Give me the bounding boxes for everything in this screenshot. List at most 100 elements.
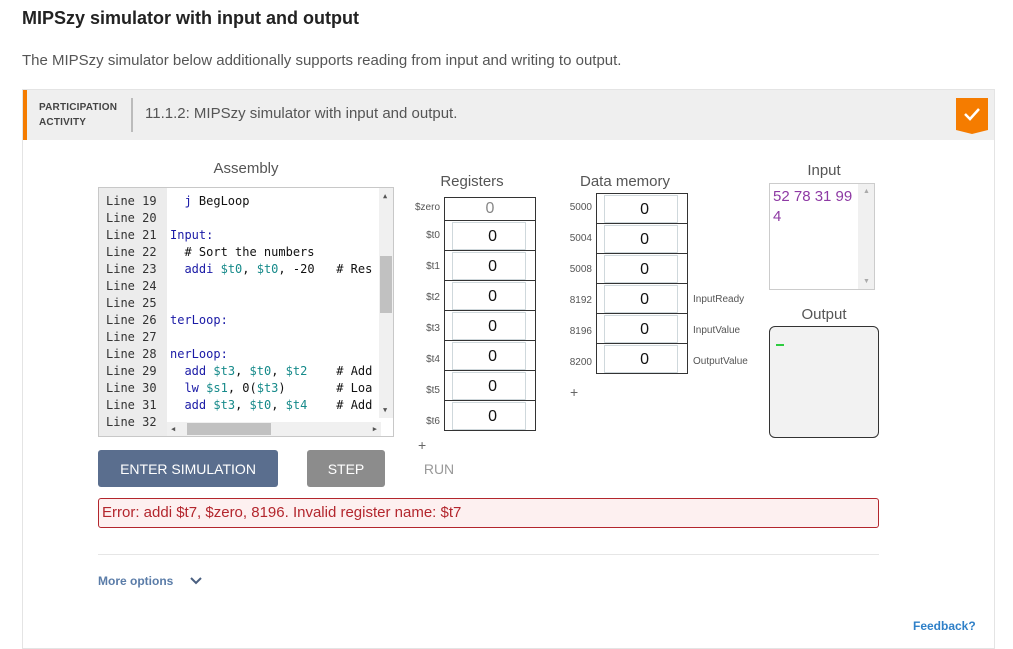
register-name: $t3 [426, 322, 440, 334]
registers-table: 00000000 [444, 197, 536, 431]
scroll-up-icon[interactable]: ▲ [383, 192, 387, 200]
activity-type-line2: ACTIVITY [39, 117, 87, 128]
line-number: Line 23 [106, 262, 157, 276]
code-line[interactable]: Line 25 [99, 295, 389, 312]
register-value-input[interactable]: 0 [452, 312, 526, 340]
register-value-input[interactable]: 0 [452, 252, 526, 280]
register-row: 0 [445, 371, 535, 401]
register-value-input[interactable]: 0 [452, 222, 526, 250]
checkmark-icon [964, 108, 980, 121]
register-value-input[interactable]: 0 [452, 402, 526, 430]
register-row: 0 [445, 281, 535, 311]
line-number: Line 19 [106, 194, 157, 208]
memory-value-input[interactable]: 0 [604, 255, 678, 283]
code-line[interactable]: Line 27 [99, 329, 389, 346]
vertical-scrollbar[interactable]: ▲ ▼ [379, 188, 393, 418]
register-row: 0 [445, 251, 535, 281]
vertical-scroll-thumb[interactable] [380, 256, 392, 313]
scroll-up-icon[interactable]: ▲ [863, 188, 870, 195]
run-button[interactable]: RUN [412, 450, 466, 487]
horizontal-scrollbar[interactable]: ◀ ▶ [167, 422, 381, 436]
register-row: 0 [445, 311, 535, 341]
memory-row: 0 [597, 344, 687, 374]
memory-value-input[interactable]: 0 [604, 285, 678, 313]
memory-row: 0 [597, 314, 687, 344]
memory-row: 0 [597, 254, 687, 284]
intro-text: The MIPSzy simulator below additionally … [22, 52, 622, 69]
register-name: $t5 [426, 384, 440, 396]
more-options-label: More options [98, 574, 174, 588]
memory-value-input[interactable]: 0 [604, 315, 678, 343]
input-title: Input [807, 162, 841, 179]
memory-row: 0 [597, 284, 687, 314]
register-row: 0 [445, 401, 535, 431]
register-name: $t2 [426, 291, 440, 303]
horizontal-scroll-thumb[interactable] [187, 423, 271, 435]
code-line[interactable]: Line 29 add $t3, $t0, $t2 # Add [99, 363, 389, 380]
assembly-title: Assembly [213, 160, 279, 177]
code-line[interactable]: Line 20 [99, 210, 389, 227]
memory-address: 8192 [569, 295, 592, 306]
memory-address: 5000 [569, 202, 592, 213]
code-line[interactable]: Line 22 # Sort the numbers [99, 244, 389, 261]
feedback-link[interactable]: Feedback? [913, 619, 976, 633]
error-message: Error: addi $t7, $zero, 8196. Invalid re… [98, 498, 879, 528]
line-number: Line 24 [106, 279, 157, 293]
enter-simulation-button[interactable]: ENTER SIMULATION [98, 450, 278, 487]
line-number: Line 22 [106, 245, 157, 259]
scroll-down-icon[interactable]: ▼ [383, 406, 387, 414]
memory-value-input[interactable]: 0 [604, 195, 678, 223]
scroll-right-icon[interactable]: ▶ [373, 425, 377, 433]
scroll-down-icon[interactable]: ▼ [863, 278, 870, 285]
input-scrollbar[interactable]: ▲ ▼ [858, 184, 874, 289]
activity-type-line1: PARTICIPATION [39, 102, 118, 113]
memory-value-input[interactable]: 0 [604, 225, 678, 253]
register-name: $t0 [426, 229, 440, 241]
code-line[interactable]: Line 23 addi $t0, $t0, -20 # Res [99, 261, 389, 278]
memory-address: 5008 [569, 264, 592, 275]
code-line[interactable]: Line 19 j BegLoop [99, 193, 389, 210]
input-value[interactable]: 52 78 31 99 4 [773, 187, 859, 227]
register-value-input[interactable]: 0 [452, 282, 526, 310]
line-number: Line 32 [106, 415, 157, 429]
registers-title: Registers [440, 173, 504, 190]
memory-address: 5004 [569, 233, 592, 244]
assembly-code-editor[interactable]: Line 18Line 19 j BegLoopLine 20Line 21In… [98, 187, 394, 437]
register-name: $t1 [426, 260, 440, 272]
register-row: 0 [445, 341, 535, 371]
code-text: Input: [170, 228, 214, 242]
page-title: MIPSzy simulator with input and output [22, 8, 359, 28]
code-text: add $t3, $t0, $t2 # Add [184, 364, 373, 378]
more-options-toggle[interactable]: More options [98, 574, 202, 588]
memory-value-input[interactable]: 0 [604, 345, 678, 373]
code-line[interactable]: Line 30 lw $s1, 0($t3) # Loa [99, 380, 389, 397]
input-textarea[interactable]: 52 78 31 99 4 ▲ ▼ [769, 183, 875, 290]
memory-tag: InputValue [693, 325, 741, 336]
code-text: j BegLoop [184, 194, 250, 208]
line-number: Line 21 [106, 228, 157, 242]
code-line[interactable]: Line 21 Input: [99, 227, 389, 244]
data-memory-title: Data memory [579, 173, 671, 190]
line-number: Line 20 [106, 211, 157, 225]
step-button[interactable]: STEP [307, 450, 385, 487]
register-value-input[interactable]: 0 [452, 342, 526, 370]
register-name: $zero [414, 202, 440, 213]
register-value-input[interactable]: 0 [452, 372, 526, 400]
memory-address: 8196 [569, 326, 592, 337]
scroll-left-icon[interactable]: ◀ [171, 425, 175, 433]
line-number: Line 30 [106, 381, 157, 395]
code-text: # Sort the numbers [170, 245, 315, 259]
line-number: Line 29 [106, 364, 157, 378]
memory-row: 0 [597, 224, 687, 254]
add-memory-button[interactable]: + [570, 384, 578, 400]
code-line[interactable]: Line 28 nerLoop: [99, 346, 389, 363]
code-line[interactable]: Line 31 add $t3, $t0, $t4 # Add [99, 397, 389, 414]
divider [98, 554, 879, 555]
code-text: lw $s1, 0($t3) # Loa [184, 381, 373, 395]
completion-badge [956, 98, 988, 130]
code-line[interactable]: Line 24 [99, 278, 389, 295]
code-line[interactable]: Line 26 terLoop: [99, 312, 389, 329]
register-name: $t4 [426, 353, 440, 365]
data-memory-table: 000000 [596, 193, 688, 374]
line-number: Line 31 [106, 398, 157, 412]
